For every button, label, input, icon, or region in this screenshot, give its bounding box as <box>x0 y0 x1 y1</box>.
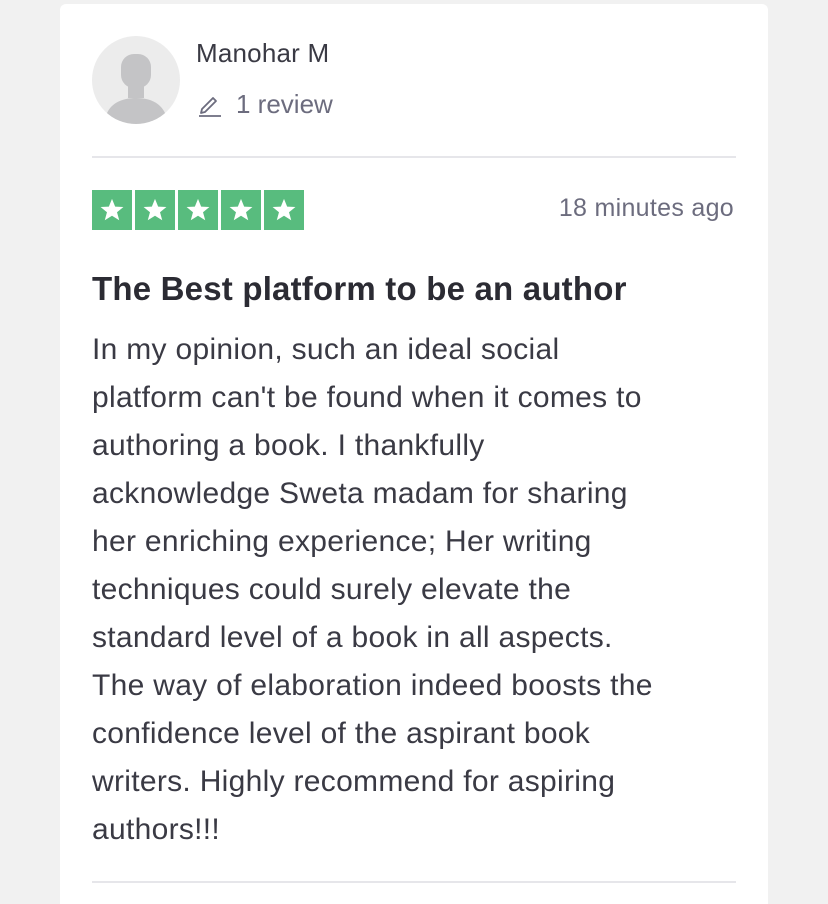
reviewer-name[interactable]: Manohar M <box>196 38 329 69</box>
review-timestamp: 18 minutes ago <box>558 194 734 222</box>
review-body-line: techniques could surely elevate the <box>92 573 572 606</box>
divider <box>92 881 736 883</box>
review-body-line: acknowledge Sweta madam for sharing <box>92 477 628 510</box>
star-icon <box>221 190 261 230</box>
review-count: 1 review <box>196 88 333 120</box>
review-body-line: platform can't be found when it comes to <box>92 381 642 414</box>
divider <box>92 156 736 158</box>
review-body-line: The way of elaboration indeed boosts the <box>92 669 653 702</box>
review-title[interactable]: The Best platform to be an author <box>92 270 627 308</box>
review-card: Manohar M 1 review 18 minutes ago The Be… <box>60 4 768 904</box>
review-count-label: 1 review <box>236 88 333 119</box>
review-body-line: her enriching experience; Her writing <box>92 525 592 558</box>
pencil-icon <box>199 97 221 117</box>
review-body: In my opinion, such an ideal social platf… <box>92 326 742 854</box>
review-body-line: confidence level of the aspirant book <box>92 717 591 750</box>
star-icon <box>92 190 132 230</box>
star-icon <box>135 190 175 230</box>
star-rating <box>92 190 304 230</box>
review-body-line: authoring a book. I thankfully <box>92 429 485 462</box>
user-silhouette-icon <box>104 54 168 124</box>
review-body-line: standard level of a book in all aspects. <box>92 621 613 654</box>
review-body-line: authors!!! <box>92 813 221 846</box>
review-body-line: writers. Highly recommend for aspiring <box>92 765 616 798</box>
star-icon <box>178 190 218 230</box>
avatar[interactable] <box>92 36 180 124</box>
review-body-line: In my opinion, such an ideal social <box>92 333 560 366</box>
star-icon <box>264 190 304 230</box>
